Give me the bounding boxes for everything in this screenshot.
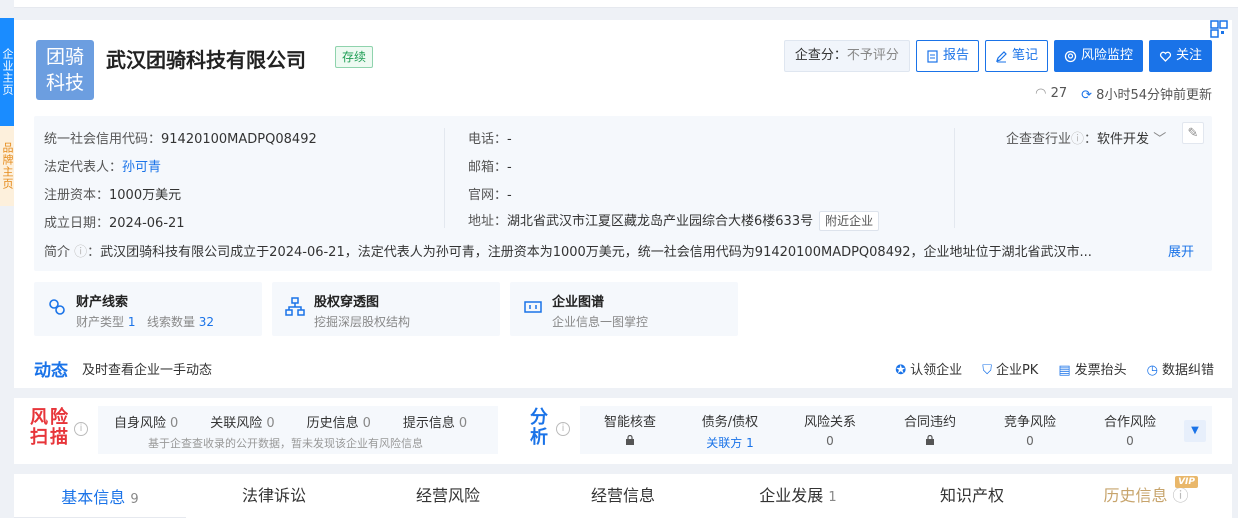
help-icon[interactable]: i (556, 422, 570, 436)
clock-icon: ◷ (1146, 363, 1158, 378)
shield-icon: ⛉ (982, 363, 992, 378)
expand-link[interactable]: 展开 (1163, 241, 1194, 260)
enterprise-graph-card[interactable]: 企业图谱 企业信息一图掌控 (510, 282, 738, 336)
industry-row[interactable]: 企查查行业ⓘ：软件开发 ﹀ (1006, 128, 1166, 147)
score-button[interactable]: 企查分：不予评分 (783, 40, 910, 72)
analysis-logo: 分 析 i (530, 408, 570, 448)
address-row: 地址：湖北省武汉市江夏区藏龙岛产业园综合大楼6楼633号 附近企业 (468, 210, 880, 231)
report-button[interactable]: 报告 (915, 40, 979, 72)
analysis-box: 智能核查 债务/债权 关联方 1 风险关系 0 合同违约 竞争风险 0 合作风险 0 ▼ (580, 406, 1212, 454)
receipt-icon: ▤ (1058, 363, 1071, 378)
pencil-icon (996, 50, 1007, 62)
main-tabs: 基本信息 9 法律诉讼 经营风险 经营信息 企业发展 1 知识产权 历史信息 ⓘ… (14, 474, 1232, 518)
claim-company-link[interactable]: ✪ 认领企业 (895, 359, 962, 378)
tab-legal[interactable]: 法律诉讼 (214, 474, 334, 518)
analysis-contract-breach[interactable]: 合同违约 (880, 411, 980, 448)
basic-info-panel: 统一社会信用代码：91420100MADPQ08492 法定代表人：孙可青 注册… (34, 116, 1212, 271)
legal-rep-link[interactable]: 孙可青 (122, 160, 161, 175)
vip-badge: VIP (1175, 476, 1198, 488)
follow-button[interactable]: 关注 (1148, 40, 1212, 72)
property-clues-card[interactable]: 财产线索 财产类型 1 线索数量 32 (34, 282, 262, 336)
dynamics-title: 动态 (34, 361, 68, 381)
history-info-item: 历史信息 0 (306, 416, 371, 431)
tab-basic-info[interactable]: 基本信息 9 (14, 474, 186, 518)
analysis-competition-risk[interactable]: 竞争风险 0 (980, 411, 1080, 448)
org-chart-icon (285, 297, 305, 316)
heart-icon (1159, 51, 1172, 62)
note-button[interactable]: 笔记 (984, 40, 1048, 72)
company-logo: 团骑 科技 (36, 40, 94, 100)
related-risk-item: 关联风险 0 (210, 416, 275, 431)
refresh-icon: ⟳ (1081, 88, 1093, 103)
side-tab-company-home[interactable]: 企业主页 (0, 18, 14, 126)
founded-row: 成立日期：2024-06-21 (44, 216, 185, 231)
link-icon (49, 299, 65, 315)
info-icon: ⓘ (1071, 132, 1085, 147)
tab-development[interactable]: 企业发展 1 (738, 474, 858, 518)
divider (444, 128, 445, 228)
equity-penetration-card[interactable]: 股权穿透图 挖掘深层股权结构 (272, 282, 500, 336)
lock-icon (626, 435, 634, 445)
help-icon[interactable]: i (74, 422, 88, 436)
phone-row: 电话：- (468, 132, 512, 147)
nearby-button[interactable]: 附近企业 (819, 211, 880, 231)
edit-icon[interactable]: ✎ (1182, 122, 1204, 144)
analysis-risk-relation[interactable]: 风险关系 0 (780, 411, 880, 448)
analysis-debt[interactable]: 债务/债权 关联方 1 (680, 411, 780, 451)
website-row: 官网：- (468, 188, 512, 203)
risk-scan-logo: 风险 扫描 i (30, 408, 88, 448)
meta-row: ◠ 27 ⟳ 8小时54分钟前更新 (1035, 84, 1212, 103)
self-risk-item: 自身风险 0 (114, 416, 179, 431)
analysis-cooperation-risk[interactable]: 合作风险 0 (1080, 411, 1180, 448)
company-header-card: 团骑 科技 武汉团骑科技有限公司 存续 企查分：不予评分 报告 笔记 风险监控 … (14, 20, 1232, 388)
chevron-down-icon[interactable]: ▼ (1184, 420, 1206, 442)
top-strip (14, 0, 1238, 8)
dynamics-links: ✪ 认领企业 ⛉ 企业PK ▤ 发票抬头 ◷ 数据纠错 (895, 359, 1214, 378)
info-icon: ⓘ (1172, 486, 1189, 505)
analysis-smart-check[interactable]: 智能核查 (580, 411, 680, 448)
intro-row: 简介 ⓘ：武汉团骑科技有限公司成立于2024-06-21，法定代表人为孙可青，注… (44, 241, 1194, 260)
dynamics-subtitle: 及时查看企业一手动态 (82, 363, 213, 378)
invoice-title-link[interactable]: ▤ 发票抬头 (1058, 359, 1126, 378)
divider (954, 128, 955, 228)
risk-scan-box[interactable]: 自身风险 0 关联风险 0 历史信息 0 提示信息 0 基于企查查收录的公开数据，暂未发… (98, 406, 498, 454)
credit-code-row: 统一社会信用代码：91420100MADPQ08492 (44, 132, 317, 147)
left-side-tabs: 企业主页 品牌主页 (0, 18, 14, 206)
views-count: ◠ 27 (1035, 86, 1068, 101)
graph-icon (524, 301, 542, 313)
lock-icon (926, 435, 934, 445)
tab-ip[interactable]: 知识产权 (912, 474, 1032, 518)
risk-monitor-button[interactable]: 风险监控 (1053, 40, 1143, 72)
capital-row: 注册资本：1000万美元 (44, 188, 182, 203)
info-icon: ⓘ (70, 245, 88, 260)
tab-operation-risk[interactable]: 经营风险 (388, 474, 508, 518)
tip-info-item: 提示信息 0 (402, 416, 468, 431)
monitor-icon (1064, 50, 1077, 62)
qr-code-icon[interactable] (1208, 18, 1230, 40)
tab-operation-info[interactable]: 经营信息 (563, 474, 683, 518)
header-actions: 企查分：不予评分 报告 笔记 风险监控 关注 (783, 40, 1212, 72)
company-pk-link[interactable]: ⛉ 企业PK (982, 359, 1038, 378)
risk-scan-bar: 风险 扫描 i 自身风险 0 关联风险 0 历史信息 0 提示信息 0 基于企查查收录的… (14, 398, 1232, 464)
chevron-down-icon: ﹀ (1149, 132, 1167, 147)
document-icon (927, 49, 938, 63)
data-correction-link[interactable]: ◷ 数据纠错 (1147, 359, 1214, 378)
side-tab-brand-home[interactable]: 品牌主页 (0, 126, 14, 206)
status-badge: 存续 (335, 46, 374, 68)
legal-rep-row: 法定代表人：孙可青 (44, 160, 162, 175)
badge-icon: ✪ (895, 363, 907, 378)
email-row: 邮箱：- (468, 160, 512, 175)
company-name: 武汉团骑科技有限公司 (106, 48, 306, 72)
eye-icon: ◠ (1035, 86, 1047, 101)
update-time: ⟳ 8小时54分钟前更新 (1081, 88, 1212, 103)
risk-note: 基于企查查收录的公开数据，暂未发现该企业有风险信息 (148, 437, 423, 450)
